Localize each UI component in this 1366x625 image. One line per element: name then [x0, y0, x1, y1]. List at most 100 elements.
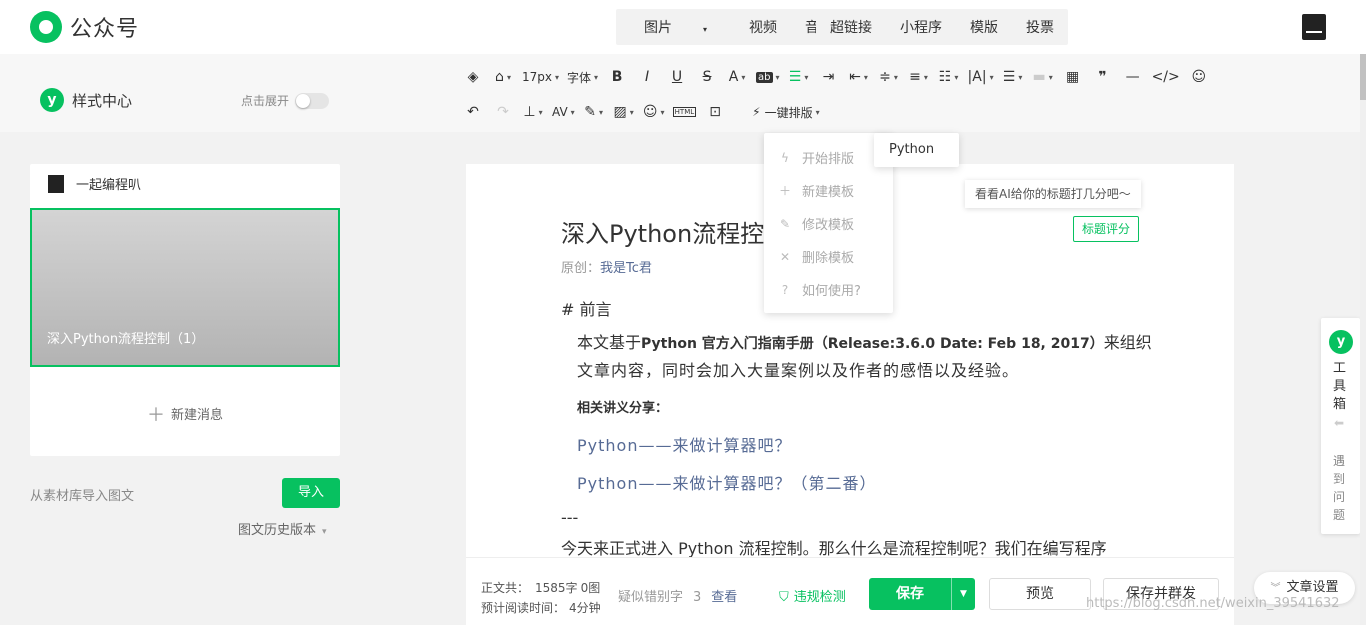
top-bar: 公众号 图片▾ 视频 音频 超链接 小程序 模版 投票 [0, 0, 1366, 54]
image-icon[interactable]: ▨ ▾ [613, 100, 635, 124]
plus-icon: ＋ [146, 405, 165, 426]
shield-icon: ⛉ [779, 590, 789, 605]
share-link-2[interactable]: Python——来做计算器吧？（第二番） [577, 470, 876, 494]
paragraph-indent-icon[interactable]: ☷ ▾ [938, 65, 960, 89]
menu-how-to-use[interactable]: ? 如何使用? [764, 273, 893, 306]
article-meta: 原创：我是Tc君 [561, 261, 652, 276]
emoji-icon[interactable]: ☺ [1188, 65, 1210, 89]
text-style-icon[interactable]: AV ▾ [552, 100, 575, 124]
body-line: 今天来正式进入 Python 流程控制。那么什么是流程控制呢？我们在编写程序 [561, 539, 1107, 558]
underline-icon[interactable]: U [666, 65, 688, 89]
heading: # 前言 [561, 300, 612, 319]
font-family-select[interactable]: 字体 ▾ [567, 65, 598, 89]
italic-icon[interactable]: I [636, 65, 658, 89]
bottom-action-bar: 正文共： 1585字 0图 预计阅读时间： 4分钟 疑似错别字 3 查看 ⛉ 违规检测 保存… [466, 557, 1234, 625]
expand-toggle-row: 点击展开 [241, 92, 330, 109]
style-center-label: 样式中心 [72, 91, 133, 110]
format-clear-icon[interactable]: ◈ [462, 65, 484, 89]
share-link-1[interactable]: Python——来做计算器吧？ [577, 432, 791, 456]
import-row: 从素材库导入图文 导入 [30, 478, 340, 508]
share-heading: 相关讲义分享： [577, 401, 669, 416]
redo-icon: ↷ [497, 104, 509, 120]
html-icon[interactable]: HTML [672, 100, 697, 124]
typo-check: 疑似错别字 3 查看 [618, 590, 738, 605]
toolbox-label[interactable]: 工具箱 [1333, 360, 1347, 414]
menu-new-template[interactable]: ＋新建模板 [764, 174, 893, 207]
edit-icon: ✎ [779, 216, 791, 231]
typo-view-link[interactable]: 查看 [711, 590, 737, 605]
user-avatar[interactable] [1302, 14, 1326, 40]
side-toolbox[interactable]: y 工具箱 ⬅ 遇到问题 [1321, 318, 1360, 534]
toolbar-row-2: ↶ ↷ ⊥ ▾ AV ▾ ✎ ▾ ▨ ▾ ☺ ▾ HTML ⊡ ⚡ 一键排版 ▾ [462, 100, 828, 124]
code-icon[interactable]: </> [1152, 65, 1180, 89]
insert-media-group: 图片▾ 视频 音频 [616, 9, 848, 45]
letter-spacing-icon[interactable]: |A| ▾ [968, 65, 994, 89]
insert-vote-button[interactable]: 投票 [1012, 17, 1068, 37]
expand-toggle[interactable] [295, 92, 330, 109]
title-score-button[interactable]: 标题评分 [1073, 216, 1139, 242]
font-size-select[interactable]: 17px ▾ [522, 65, 559, 89]
insert-miniprogram-button[interactable]: 小程序 [886, 17, 956, 37]
insert-template-button[interactable]: 模版 [956, 17, 1012, 37]
divider-text: --- [561, 508, 579, 527]
text-layout-icon[interactable]: ⊥ ▾ [522, 100, 544, 124]
save-button[interactable]: 保存 ▼ [869, 578, 975, 610]
new-message-button[interactable]: ＋新建消息 [30, 401, 340, 427]
background-color-icon[interactable]: ab ▾ [756, 65, 780, 89]
problem-label[interactable]: 遇到问题 [1333, 452, 1347, 524]
toolbar-row-1: ◈ ⌂ ▾ 17px ▾ 字体 ▾ B I U S A ▾ ab ▾ ☰ ▾ ⇥ ⇤ ▾ ≑ ▾… [462, 65, 1218, 89]
account-avatar [48, 174, 64, 193]
save-dropdown-icon[interactable]: ▼ [951, 578, 975, 610]
table-icon[interactable]: ▦ [1062, 65, 1084, 89]
quote-icon[interactable]: ❞ [1092, 65, 1114, 89]
magic-wand-icon[interactable]: ✎ ▾ [583, 100, 605, 124]
lightning-icon: ϟ [781, 150, 789, 165]
expand-label: 点击展开 [241, 94, 290, 108]
strikethrough-icon[interactable]: S [696, 65, 718, 89]
scrollbar-thumb[interactable] [1360, 54, 1366, 100]
cover-title: 深入Python流程控制（1） [47, 332, 205, 347]
menu-delete-template[interactable]: ✕ 删除模板 [764, 240, 893, 273]
wechat-logo-icon [30, 11, 62, 43]
style-center-icon: y [40, 88, 64, 112]
insert-image-button[interactable]: 图片 ▾ [616, 17, 735, 37]
close-icon: ✕ [779, 249, 791, 264]
line-spacing-icon[interactable]: ≑ ▾ [878, 65, 900, 89]
one-click-layout-button[interactable]: ⚡ 一键排版 ▾ [752, 100, 819, 124]
plus-icon: ＋ [778, 184, 791, 198]
violation-check-button[interactable]: ⛉ 违规检测 [779, 586, 846, 605]
divider-icon[interactable]: — [1122, 65, 1144, 89]
paragraph-spacing-icon[interactable]: ≡ ▾ [908, 65, 930, 89]
menu-edit-template[interactable]: ✎ 修改模板 [764, 207, 893, 240]
insert-other-group: 超链接 小程序 模版 投票 [816, 9, 1068, 45]
article-cover-selected[interactable]: 深入Python流程控制（1） [30, 208, 340, 367]
app-title: 公众号 [70, 17, 140, 42]
indent-icon[interactable]: ⇥ [818, 65, 840, 89]
undo-icon[interactable]: ↶ [462, 100, 484, 124]
sticker-icon[interactable]: ☺ ▾ [643, 100, 665, 124]
toolbox-icon[interactable]: ⊡ [704, 100, 726, 124]
account-row: 一起编程叭 [48, 174, 141, 193]
preview-button[interactable]: 预览 [989, 578, 1091, 610]
insert-link-button[interactable]: 超链接 [816, 17, 886, 37]
history-versions[interactable]: 图文历史版本 ▾ [238, 519, 327, 538]
logo[interactable]: 公众号 [30, 11, 139, 43]
ai-title-tip: 看看AI给你的标题打几分吧～ [965, 180, 1141, 208]
format-painter-icon[interactable]: ⌂ ▾ [492, 65, 514, 89]
list-icon[interactable]: ☰ ▾ [1002, 65, 1024, 89]
toolbox-logo-icon: y [1329, 330, 1353, 354]
watermark: https://blog.csdn.net/weixin_39541632 [1086, 596, 1340, 611]
arrow-left-icon: ⬅ [1334, 416, 1345, 430]
import-text: 从素材库导入图文 [30, 489, 135, 504]
author-name[interactable]: 我是Tc君 [600, 261, 652, 276]
outdent-icon[interactable]: ⇤ ▾ [848, 65, 870, 89]
align-icon[interactable]: ☰ ▾ [788, 65, 810, 89]
import-button[interactable]: 导入 [282, 478, 340, 508]
insert-video-button[interactable]: 视频 [735, 17, 791, 37]
font-color-icon[interactable]: A ▾ [726, 65, 748, 89]
editor-toolbar: y 样式中心 点击展开 ◈ ⌂ ▾ 17px ▾ 字体 ▾ B I U S A ▾ ab… [0, 54, 1366, 132]
template-submenu-python[interactable]: Python [874, 133, 959, 167]
bold-icon[interactable]: B [606, 65, 628, 89]
page-scrollbar[interactable] [1360, 54, 1366, 625]
style-center[interactable]: y 样式中心 [40, 88, 132, 112]
